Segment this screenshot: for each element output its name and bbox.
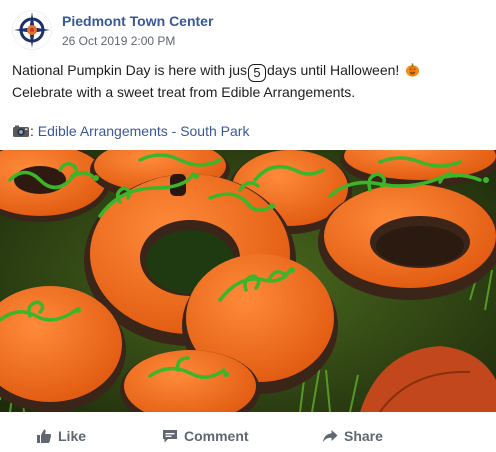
page-avatar[interactable]: [12, 10, 52, 50]
facebook-post: Piedmont Town Center 26 Oct 2019 2:00 PM…: [0, 0, 496, 452]
share-label: Share: [344, 428, 383, 444]
post-timestamp[interactable]: 26 Oct 2019 2:00 PM: [62, 33, 213, 49]
share-button[interactable]: Share: [322, 420, 383, 452]
pumpkin-cookies-image: [0, 150, 496, 412]
thumbs-up-icon: [37, 429, 52, 443]
like-button[interactable]: Like: [36, 420, 86, 452]
pumpkin-emoji-icon: [406, 63, 420, 77]
tagged-page-link[interactable]: Edible Arrangements - South Park: [38, 123, 250, 139]
post-photo[interactable]: [0, 150, 496, 412]
comment-icon: [163, 430, 177, 443]
message-text-part2: days until Halloween!: [267, 62, 404, 78]
like-label: Like: [58, 428, 87, 444]
tag-line: : Edible Arrangements - South Park: [12, 121, 249, 141]
post-message: National Pumpkin Day is here with jus 5 da…: [12, 60, 486, 102]
message-text-part3: Celebrate with a sweet treat from Edible…: [12, 84, 356, 100]
post-actions-bar: Like Comment Share: [0, 412, 496, 452]
message-text-part1: National Pumpkin Day is here with jus: [12, 62, 247, 78]
header-text: Piedmont Town Center 26 Oct 2019 2:00 PM: [62, 12, 213, 49]
camera-emoji-icon: [13, 125, 29, 137]
share-arrow-icon: [323, 430, 338, 442]
countdown-number-badge: 5: [248, 64, 266, 82]
comment-label: Comment: [184, 428, 249, 444]
post-header: Piedmont Town Center 26 Oct 2019 2:00 PM: [12, 10, 484, 50]
comment-button[interactable]: Comment: [162, 420, 249, 452]
compass-logo-icon: [12, 10, 52, 50]
page-name[interactable]: Piedmont Town Center: [62, 12, 213, 30]
tag-prefix: :: [30, 123, 38, 139]
